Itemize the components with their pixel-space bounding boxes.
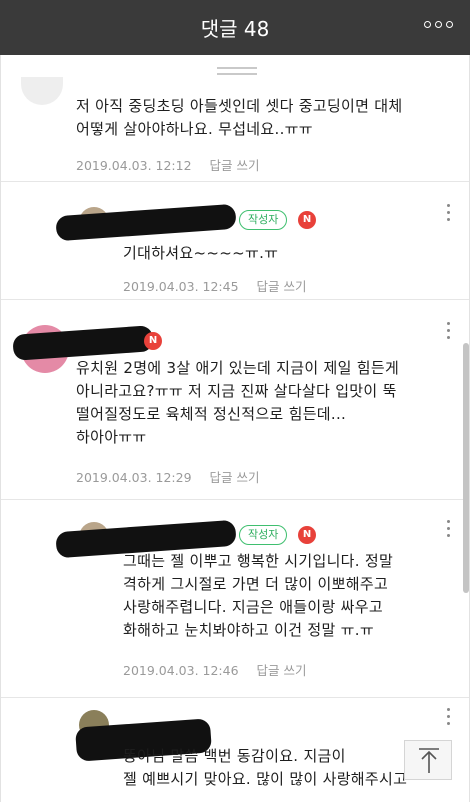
comment-item: 저 아직 중딩초딩 아들셋인데 셋다 중고딩이면 대체 어떻게 살아야하나요. … [1, 55, 469, 182]
author-badge: 작성자 [239, 525, 288, 545]
arrow-up-icon [419, 748, 439, 773]
reply-item: 작성자 N 기대하셔요~~~~ㅠ.ㅠ 2019.04.03. 12:45 답글 쓰… [1, 182, 469, 300]
kebab-menu-icon[interactable] [447, 204, 451, 225]
comment-text: 기대하셔요~~~~ㅠ.ㅠ [123, 244, 279, 262]
comment-text: 그때는 젤 이뿌고 행복한 시기입니다. 정말 격하게 그시절로 가면 더 많이… [123, 552, 394, 639]
naver-badge: N [298, 211, 316, 229]
kebab-menu-icon[interactable] [447, 520, 451, 541]
scroll-to-top-button[interactable] [404, 740, 452, 780]
comment-meta: 2019.04.03. 12:12 답글 쓰기 [76, 155, 260, 174]
naver-badge: N [298, 526, 316, 544]
reply-button[interactable]: 답글 쓰기 [210, 470, 260, 485]
more-horizontal-icon[interactable] [424, 18, 454, 32]
kebab-menu-icon[interactable] [447, 322, 451, 343]
reply-button[interactable]: 답글 쓰기 [210, 158, 260, 173]
reply-item: 똥아님 말씀 백번 동감이요. 지금이 젤 예쁘시기 맞아요. 많이 많이 사랑… [1, 698, 469, 802]
page-title: 댓글 48 [200, 17, 270, 41]
reply-button[interactable]: 답글 쓰기 [257, 279, 307, 294]
naver-badge: N [144, 332, 162, 350]
reply-button[interactable]: 답글 쓰기 [257, 663, 307, 678]
comment-text: 유치원 2명에 3살 애기 있는데 지금이 제일 힘든게 아니라고요?ㅠㅠ 저 … [76, 359, 400, 446]
comment-date: 2019.04.03. 12:45 [123, 279, 239, 294]
comment-text: 저 아직 중딩초딩 아들셋인데 셋다 중고딩이면 대체 어떻게 살아야하나요. … [76, 97, 403, 138]
comment-date: 2019.04.03. 12:12 [76, 158, 192, 173]
redaction [55, 203, 237, 242]
comment-item: N 유치원 2명에 3살 애기 있는데 지금이 제일 힘든게 아니라고요?ㅠㅠ … [1, 300, 469, 500]
scrollbar[interactable] [463, 343, 469, 593]
author-badge: 작성자 [239, 210, 288, 230]
comment-text: 똥아님 말씀 백번 동감이요. 지금이 젤 예쁘시기 맞아요. 많이 많이 사랑… [123, 747, 408, 788]
comment-date: 2019.04.03. 12:46 [123, 663, 239, 678]
comment-meta: 2019.04.03. 12:46 답글 쓰기 [123, 660, 307, 679]
comment-sheet: 저 아직 중딩초딩 아들셋인데 셋다 중고딩이면 대체 어떻게 살아야하나요. … [0, 55, 470, 802]
reply-item: 작성자 N 그때는 젤 이뿌고 행복한 시기입니다. 정말 격하게 그시절로 가… [1, 500, 469, 698]
comment-meta: 2019.04.03. 12:45 답글 쓰기 [123, 276, 307, 295]
top-bar: 댓글 48 [0, 0, 470, 55]
kebab-menu-icon[interactable] [447, 708, 451, 729]
avatar[interactable] [21, 77, 63, 105]
comment-meta: 2019.04.03. 12:29 답글 쓰기 [76, 467, 260, 486]
comment-date: 2019.04.03. 12:29 [76, 470, 192, 485]
